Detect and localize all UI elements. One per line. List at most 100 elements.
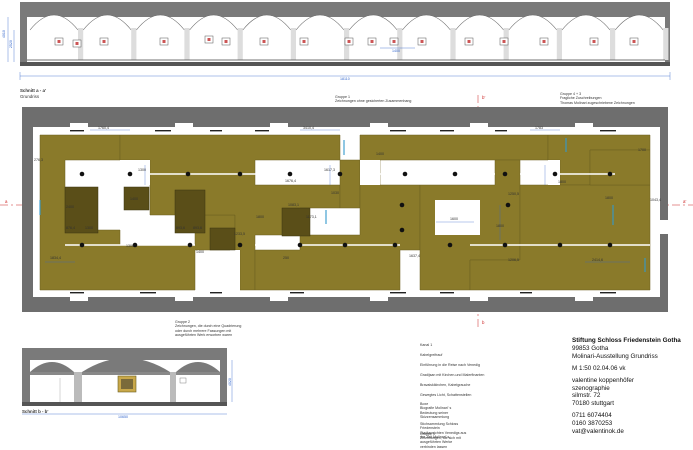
dim-10: 1250,5	[508, 192, 519, 196]
dim-23: 1637,4	[409, 254, 420, 258]
dim-19: 1083,1	[288, 203, 299, 207]
dim-elev-w: 18110	[340, 77, 350, 81]
dim-28: 1800	[496, 224, 504, 228]
designer-name: valentine koppenhöfer	[572, 376, 634, 384]
dim-24: 1206,5	[508, 258, 519, 262]
spotlight	[79, 242, 85, 248]
spotlight	[607, 171, 613, 177]
dim-16: 893,6	[176, 226, 185, 230]
wall-panel	[70, 130, 84, 132]
spotlight	[297, 242, 303, 248]
column	[610, 28, 616, 60]
dim-20: 1173,1	[306, 215, 317, 219]
wall-panel	[155, 130, 171, 132]
column	[556, 28, 562, 60]
axis-b-top: b'	[482, 95, 486, 100]
designer-role: szenographie	[572, 384, 610, 392]
section-aa-label: Schnitt a - a'	[20, 88, 46, 93]
elevation-frame-image	[467, 40, 471, 43]
dim-9: 1030	[331, 191, 339, 195]
wall-panel	[600, 292, 616, 294]
wall-panel	[290, 292, 304, 294]
column	[131, 28, 137, 60]
group-3-label: Gruppe 4 + 3 Fragliche Zuschreibungen Thom…	[560, 92, 635, 105]
org-name: Stiftung Schloss Friedenstein Gotha	[572, 337, 681, 344]
org-city: 99853 Gotha	[572, 344, 609, 352]
spotlight	[399, 227, 405, 233]
spotlight	[127, 171, 133, 177]
spotlight	[287, 171, 293, 177]
dim-8: 1617,3	[324, 168, 335, 172]
legend-list: Kanal 1 Kabelgreifrauf Einführung in die…	[420, 343, 485, 397]
dim-18: 1233,5	[234, 232, 245, 236]
dim-14: 876,4	[66, 226, 75, 230]
spotlight	[342, 242, 348, 248]
mobile: 0160 3870253	[572, 420, 613, 428]
dim-2: 3410,4	[303, 126, 314, 130]
wall-panel	[495, 130, 507, 132]
dim-31: 1300	[126, 244, 134, 248]
legend-group1: Gruppe 1 Zeichnungen, die sich mit ausge…	[420, 432, 461, 449]
dim-13: 2400	[66, 205, 74, 209]
dim-12: 1043,4	[650, 198, 661, 202]
dim-17: 893,6	[193, 226, 202, 230]
phone: 0711 6074404	[572, 412, 612, 420]
dim-27: 1600	[450, 217, 458, 221]
scale-date: M 1:50 02.04.06 vk	[572, 364, 626, 372]
dim-33: 1800	[605, 196, 613, 200]
dim-29: 250	[283, 256, 289, 260]
spotlight	[557, 242, 563, 248]
title-block: Stiftung Schloss Friedenstein Gotha 9985…	[572, 337, 681, 436]
spotlight	[402, 171, 408, 177]
elevation-frame-image	[262, 40, 266, 43]
spotlight	[502, 242, 508, 248]
spotlight	[237, 171, 243, 177]
dim-22: 1400	[196, 250, 204, 254]
spotlight	[502, 171, 508, 177]
wall-panel	[520, 292, 532, 294]
column	[450, 28, 456, 60]
spotlight	[187, 242, 193, 248]
spotlight	[337, 171, 343, 177]
dim-bb-w: 10650	[118, 415, 128, 419]
elevation-frame-image	[102, 40, 106, 43]
column	[184, 28, 190, 60]
wall-panel	[140, 292, 156, 294]
dim-15: 1300	[85, 226, 93, 230]
elevation-frame-image	[632, 40, 636, 43]
spotlight	[237, 242, 243, 248]
dim-5: 1300	[138, 168, 146, 172]
dim-1: 1760,4	[98, 126, 109, 130]
wall-panel	[440, 130, 454, 132]
designer-zip: 70180 stuttgart	[572, 400, 615, 408]
dim-30: 1400	[376, 152, 384, 156]
spotlight	[447, 242, 453, 248]
email: vat@valentinok.de	[572, 428, 624, 436]
wall-panel	[70, 292, 84, 294]
section-bb-label: Schnitt b - b'	[22, 409, 49, 414]
dim-3: 1783	[535, 126, 543, 130]
wall-panel	[600, 130, 616, 132]
elevation-frame-image	[502, 40, 506, 43]
column	[237, 28, 243, 60]
wall-panel	[255, 130, 269, 132]
wall-panel	[440, 292, 454, 294]
spotlight	[607, 242, 613, 248]
designer-street: silmstr. 72	[572, 392, 601, 400]
dim-26: 1834,4	[50, 256, 61, 260]
dim-elev-h2: 2520	[8, 40, 13, 49]
wall-panel	[390, 130, 406, 132]
project-name: Molinari-Ausstellung Grundriss	[572, 352, 658, 360]
group-1-label: Gruppe 1 Zeichnungen ohne gesicherten Zus…	[335, 95, 412, 104]
wall-panel	[210, 130, 222, 132]
elevation-frame-image	[224, 40, 228, 43]
dim-11: 1800	[558, 180, 566, 184]
dim-4: 1700	[638, 148, 646, 152]
section-aa-sub: Grundriss	[20, 94, 40, 99]
spotlight	[552, 171, 558, 177]
spotlight	[399, 202, 405, 208]
dim-25: 2414,6	[592, 258, 603, 262]
elevation-frame-image	[162, 40, 166, 43]
group-2-label: Gruppe 2 Zeichnungen, die durch eine Quad…	[175, 320, 242, 337]
wall-panel	[390, 292, 406, 294]
